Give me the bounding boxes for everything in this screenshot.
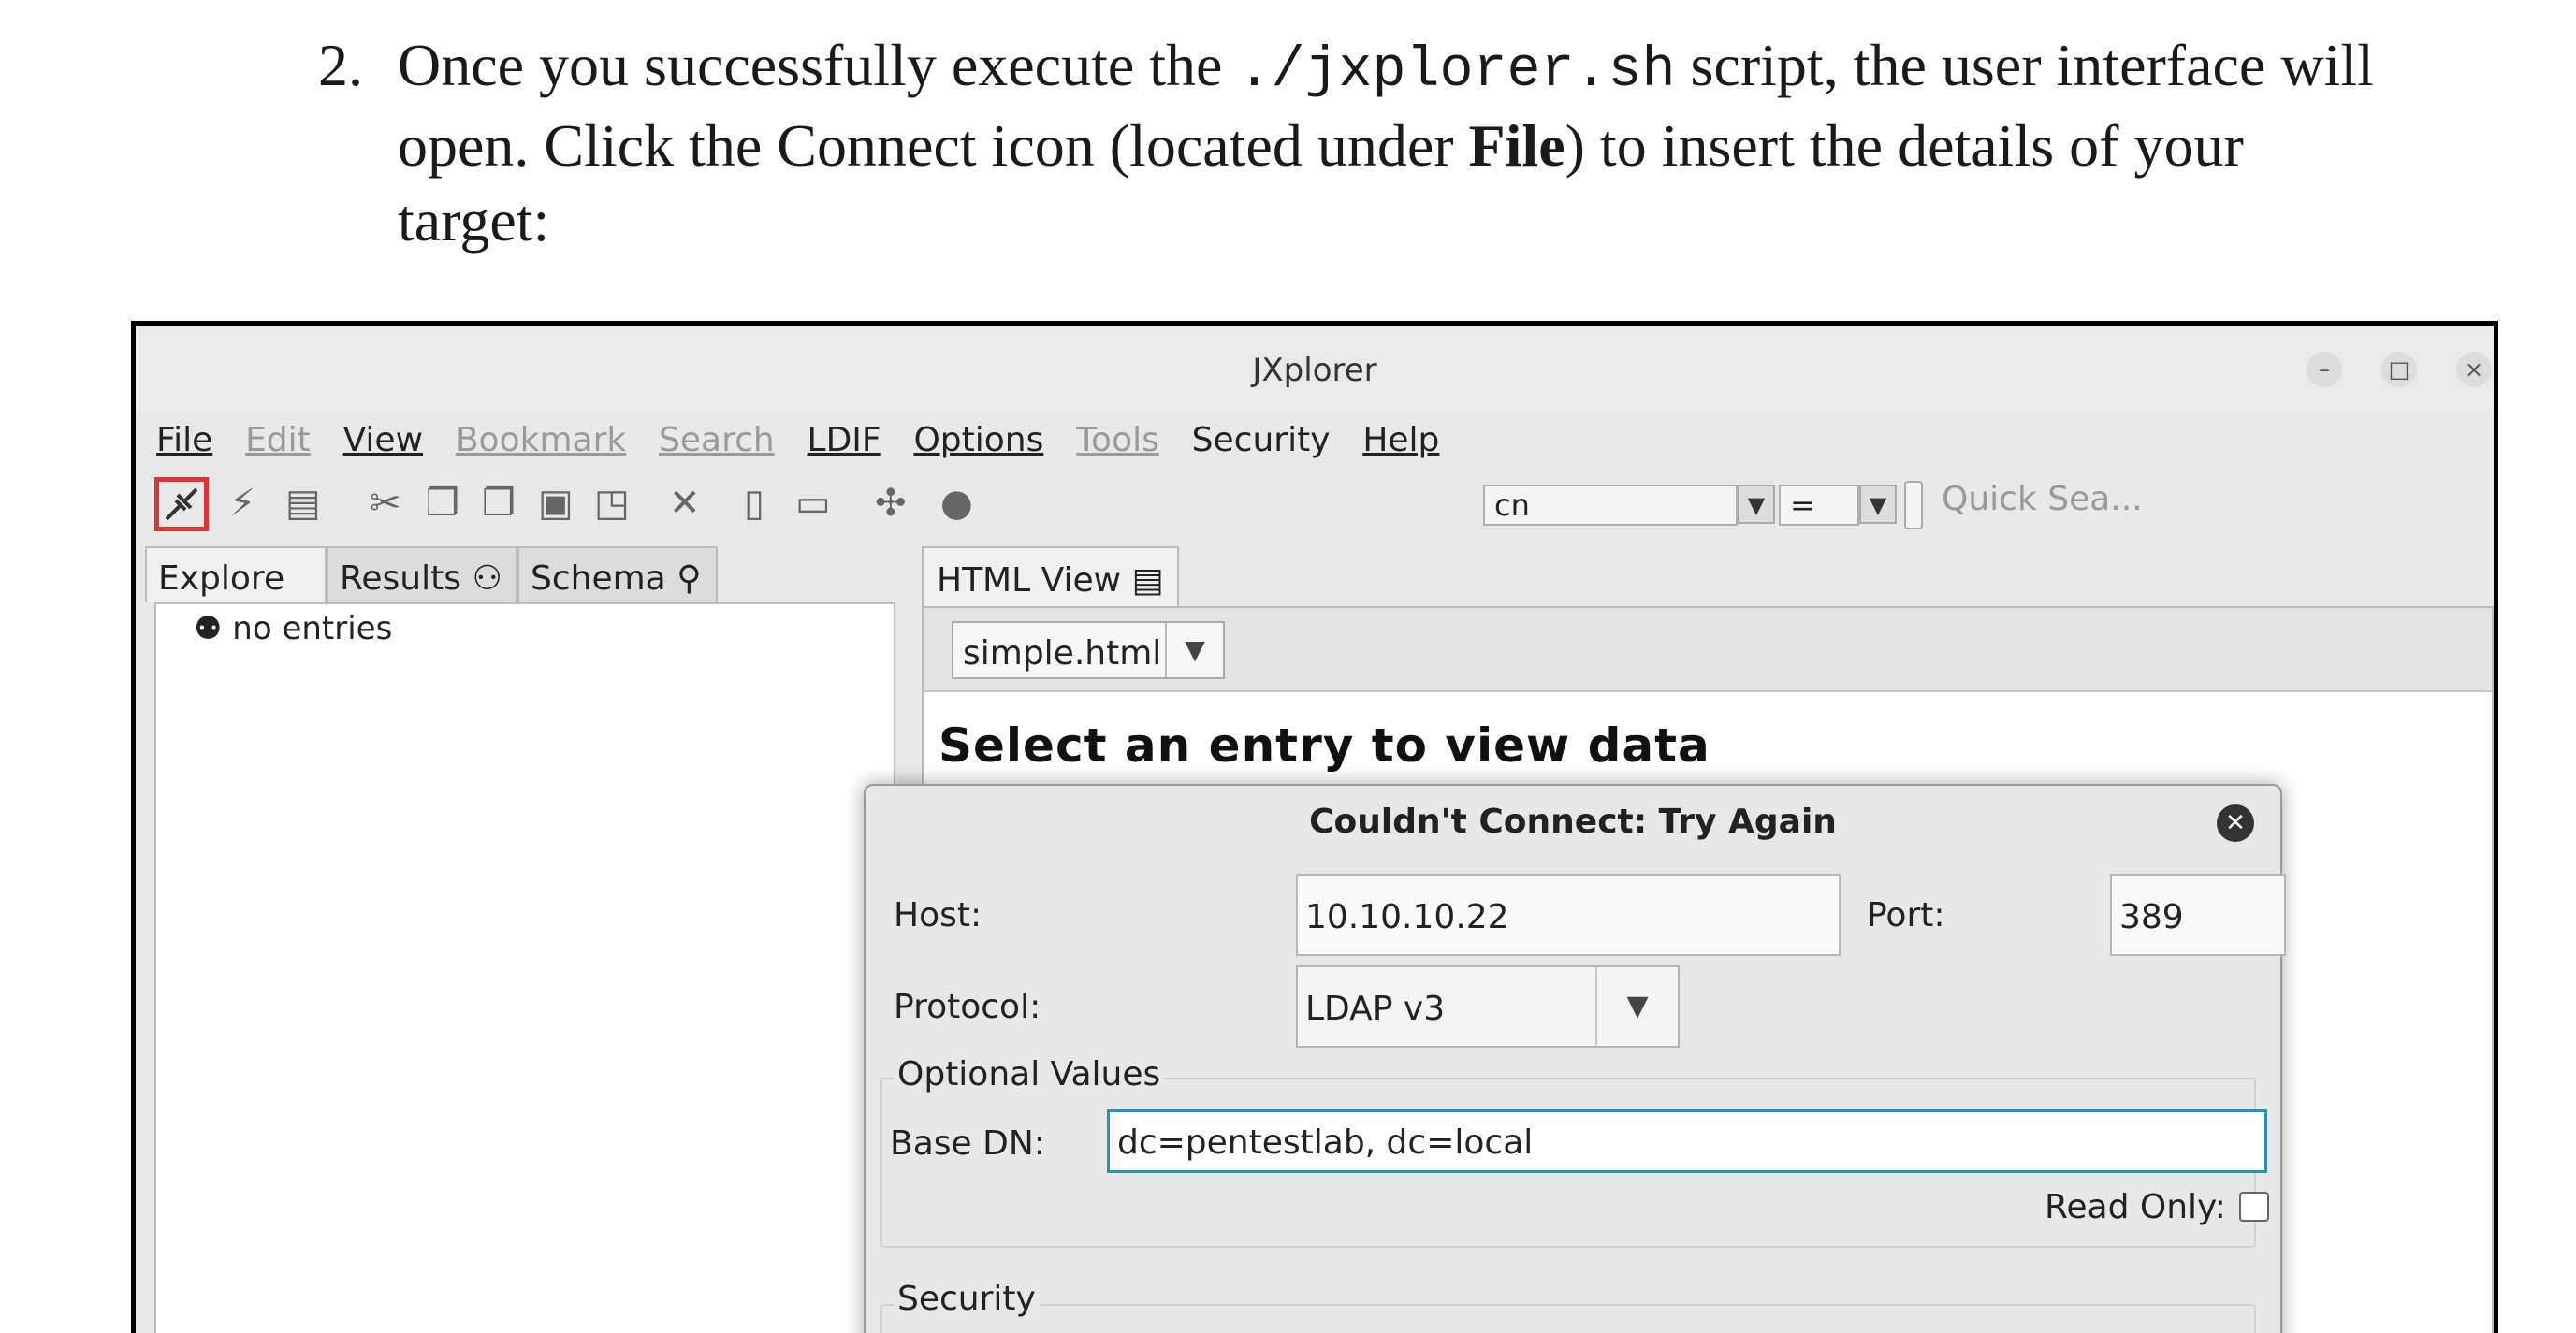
- menu-help[interactable]: Help: [1362, 412, 1439, 470]
- port-field[interactable]: 389: [2110, 874, 2286, 956]
- tab-results-label: Results: [340, 559, 461, 598]
- menu-security[interactable]: Security: [1192, 412, 1331, 470]
- operator-select[interactable]: =: [1779, 485, 1859, 526]
- step-line-2-post: ) to insert the details of your: [1565, 112, 2244, 179]
- copy-dn-icon[interactable]: ❐: [482, 483, 516, 524]
- host-field[interactable]: 10.10.10.22: [1296, 874, 1841, 956]
- menu-bar: File Edit View Bookmark Search LDIF Opti…: [136, 412, 2494, 470]
- readonly-label: Read Only:: [2045, 1188, 2226, 1226]
- template-select[interactable]: simple.html ▼: [952, 621, 1225, 679]
- cut-icon[interactable]: ✂: [370, 483, 401, 524]
- new-entry-icon[interactable]: ▯: [744, 483, 764, 524]
- file-emphasis: File: [1468, 112, 1565, 179]
- copy-icon[interactable]: ❐: [426, 483, 459, 524]
- minimize-icon[interactable]: –: [2307, 352, 2342, 387]
- menu-options[interactable]: Options: [913, 412, 1043, 470]
- attribute-select[interactable]: cn: [1483, 485, 1738, 526]
- refresh-icon[interactable]: ✣: [875, 483, 907, 524]
- protocol-dropdown-icon[interactable]: ▼: [1595, 967, 1678, 1046]
- menu-tools[interactable]: Tools: [1076, 412, 1159, 470]
- menu-view[interactable]: View: [343, 412, 423, 470]
- title-bar: JXplorer – □ ×: [136, 326, 2494, 412]
- view-heading: Select an entry to view data: [939, 718, 1710, 773]
- step-line-2-pre: open. Click the Connect icon (located un…: [398, 112, 1469, 179]
- delete-icon[interactable]: ✕: [669, 483, 701, 524]
- tab-explore[interactable]: Explore ⊞: [145, 546, 327, 636]
- optional-values-title: Optional Values: [894, 1055, 1165, 1094]
- tree-root[interactable]: ⚉ no entries: [194, 610, 392, 647]
- operator-dropdown-icon[interactable]: ▼: [1859, 485, 1897, 524]
- dialog-title: Couldn't Connect: Try Again: [1309, 803, 1837, 841]
- basedn-label: Base DN:: [890, 1124, 1045, 1163]
- step-line-1: Once you successfully execute the ./jxpl…: [398, 28, 2550, 109]
- protocol-label: Protocol:: [894, 988, 1041, 1026]
- security-group: [880, 1304, 2256, 1333]
- step-line-1-post: script, the user interface will: [1675, 32, 2374, 98]
- menu-search[interactable]: Search: [659, 412, 775, 470]
- attribute-dropdown-icon[interactable]: ▼: [1738, 485, 1775, 524]
- step-line-1-pre: Once you successfully execute the: [398, 32, 1238, 98]
- step-line-3: target:: [398, 187, 550, 254]
- protocol-select[interactable]: LDAP v3 ▼: [1296, 965, 1680, 1048]
- quick-search-input[interactable]: Quick Sea...: [1932, 481, 2213, 528]
- directory-tree: ⚉ no entries: [154, 602, 895, 1333]
- template-bar: simple.html ▼: [924, 608, 2492, 692]
- tab-results[interactable]: Results ⚇: [327, 546, 517, 602]
- binoculars-icon: ⚇: [472, 559, 502, 598]
- tab-html-view[interactable]: HTML View ▤: [922, 546, 1179, 606]
- connect-button[interactable]: [154, 477, 209, 531]
- paste-alias-icon[interactable]: ◳: [594, 483, 630, 524]
- host-label: Host:: [894, 896, 982, 935]
- template-value: simple.html: [963, 634, 1162, 673]
- print-icon[interactable]: ▤: [285, 483, 321, 524]
- security-title: Security: [894, 1280, 1040, 1318]
- tab-html-view-label: HTML View: [937, 561, 1122, 600]
- chevron-down-icon[interactable]: ▼: [1165, 623, 1223, 677]
- readonly-checkbox[interactable]: [2239, 1192, 2269, 1222]
- disconnect-icon[interactable]: ⚡: [229, 483, 255, 524]
- schema-icon: ⚲: [677, 559, 702, 598]
- menu-file[interactable]: File: [156, 412, 212, 470]
- dialog-close-icon[interactable]: ✕: [2217, 804, 2254, 842]
- menu-bookmark[interactable]: Bookmark: [456, 412, 626, 470]
- search-splitter: [1904, 481, 1923, 529]
- tab-explore-label: Explore: [158, 559, 285, 598]
- connect-dialog: Couldn't Connect: Try Again ✕ Host: 10.1…: [864, 784, 2286, 1333]
- script-name: ./jxplorer.sh: [1237, 39, 1676, 103]
- basedn-field[interactable]: dc=pentestlab, dc=local: [1107, 1109, 2267, 1173]
- step-text: Once you successfully execute the ./jxpl…: [398, 28, 2550, 258]
- paste-icon[interactable]: ▣: [538, 483, 574, 524]
- protocol-value: LDAP v3: [1305, 990, 1446, 1028]
- menu-edit[interactable]: Edit: [245, 412, 311, 470]
- tree-empty-label: no entries: [232, 610, 393, 647]
- stop-icon[interactable]: ●: [940, 483, 973, 524]
- tab-schema-label: Schema: [531, 559, 666, 598]
- port-label: Port:: [1867, 896, 1945, 935]
- step-line-2: open. Click the Connect icon (located un…: [398, 109, 2550, 183]
- jxplorer-window: JXplorer – □ × File Edit View Bookmark S…: [131, 321, 2498, 1333]
- root-icon: ⚉: [194, 610, 223, 647]
- step-number: 2.: [318, 32, 363, 98]
- step-paragraph: 2. Once you successfully execute the ./j…: [0, 0, 2576, 309]
- rename-icon[interactable]: ▭: [795, 483, 831, 524]
- window-title: JXplorer: [1252, 352, 1377, 389]
- document-icon: ▤: [1131, 561, 1164, 600]
- close-icon[interactable]: ×: [2456, 352, 2492, 387]
- connect-icon: [165, 487, 198, 521]
- maximize-icon[interactable]: □: [2381, 352, 2417, 387]
- menu-ldif[interactable]: LDIF: [808, 412, 881, 470]
- toolbar: ⚡ ▤ ✂ ❐ ❐ ▣ ◳ ✕ ▯ ▭ ✣ ● cn ▼ = ▼ Quick S…: [136, 470, 2494, 537]
- tab-schema[interactable]: Schema ⚲: [517, 546, 718, 602]
